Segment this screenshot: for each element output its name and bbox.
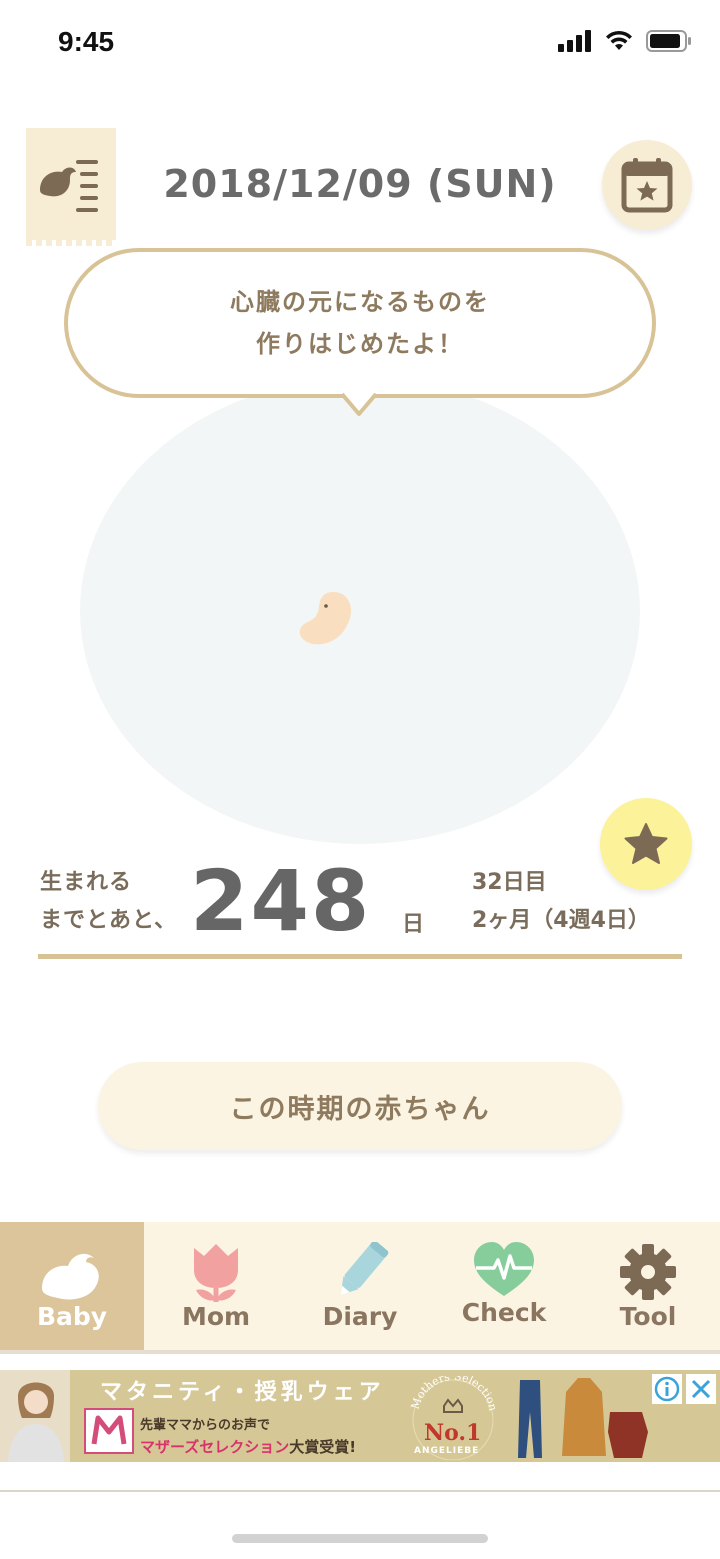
- countdown-label-line1: 生まれる: [40, 870, 133, 895]
- ad-info-icon[interactable]: [652, 1374, 682, 1404]
- signal-icon: [558, 30, 591, 52]
- bubble-text-line1: 心臓の元になるものを: [230, 288, 490, 316]
- tab-tool[interactable]: Tool: [576, 1222, 720, 1350]
- ad-clothing-images: [518, 1378, 648, 1458]
- tab-label: Mom: [181, 1302, 251, 1331]
- countdown-divider: [38, 954, 682, 959]
- home-indicator[interactable]: [232, 1534, 488, 1543]
- bird-list-icon: [40, 160, 98, 212]
- countdown-unit: 日: [402, 912, 425, 937]
- calendar-button[interactable]: [602, 140, 692, 230]
- page-title-date: 2018/12/09 (SUN): [163, 162, 557, 206]
- countdown-days: 248: [190, 852, 372, 950]
- tab-bar: Baby Mom Diary Check Tool: [0, 1222, 720, 1350]
- ad-model-image: [8, 1382, 64, 1462]
- tab-label: Tool: [619, 1302, 677, 1331]
- ad-subtitle: 先輩ママからのお声で: [140, 1418, 271, 1433]
- tab-label: Check: [461, 1298, 547, 1327]
- tab-label: Diary: [322, 1302, 398, 1331]
- baby-embryo-icon[interactable]: [296, 586, 356, 648]
- tab-mom[interactable]: Mom: [144, 1222, 288, 1350]
- battery-icon: [646, 30, 691, 52]
- ad-banner[interactable]: マタニティ・授乳ウェア 先輩ママからのお声で マザーズセレクション大賞受賞! M…: [0, 1370, 720, 1462]
- tab-label: Baby: [36, 1302, 108, 1331]
- countdown-label: 生まれる までとあと、: [40, 864, 177, 940]
- status-icons: [558, 30, 692, 52]
- menu-button[interactable]: [26, 128, 116, 246]
- pencil-icon: [340, 1242, 389, 1295]
- ad-award-text: マザーズセレクション大賞受賞!: [140, 1436, 356, 1457]
- ad-m-logo-icon: [91, 1415, 127, 1445]
- star-icon: [624, 823, 668, 864]
- womb-illustration: [80, 378, 640, 844]
- ad-mothers-selection-logo: [84, 1408, 134, 1454]
- svg-text:Mothers Selection: Mothers Selection: [409, 1376, 500, 1412]
- favorite-star-button[interactable]: [600, 798, 692, 890]
- heartbeat-icon: [474, 1242, 534, 1296]
- ad-close-icon[interactable]: [686, 1374, 716, 1404]
- tab-check[interactable]: Check: [432, 1222, 576, 1350]
- bubble-text-line2: 作りはじめたよ！: [256, 330, 464, 358]
- ad-award-rest: 大賞受賞!: [289, 1438, 357, 1456]
- status-bar: 9:45: [0, 0, 720, 90]
- ad-seal-rank: No.1: [424, 1420, 482, 1446]
- status-time: 9:45: [58, 26, 115, 57]
- ad-model-photo: [0, 1370, 70, 1462]
- gear-icon: [620, 1244, 676, 1300]
- baby-this-period-button[interactable]: この時期の赤ちゃん: [98, 1062, 622, 1150]
- countdown-label-line2: までとあと、: [40, 908, 178, 933]
- wifi-icon: [606, 30, 632, 50]
- tab-diary[interactable]: Diary: [288, 1222, 432, 1350]
- ad-title: マタニティ・授乳ウェア: [100, 1380, 385, 1405]
- calendar-star-icon: [621, 158, 673, 213]
- speech-bubble: 心臓の元になるものを 作りはじめたよ！: [64, 248, 656, 398]
- ad-bottom-divider: [0, 1490, 720, 1492]
- pregnancy-month-week: 2ヶ月（4週4日）: [472, 908, 650, 933]
- tulip-icon: [194, 1244, 238, 1302]
- ad-seal-brand: ANGELIEBE: [414, 1446, 480, 1456]
- tab-bar-shadow: [0, 1350, 720, 1354]
- ad-award-highlight: マザーズセレクション: [140, 1438, 290, 1456]
- bubble-tail: [342, 392, 376, 416]
- bird-icon: [42, 1253, 99, 1300]
- ad-seal-arc-text: Mothers Selection: [409, 1376, 500, 1412]
- tab-baby[interactable]: Baby: [0, 1222, 144, 1350]
